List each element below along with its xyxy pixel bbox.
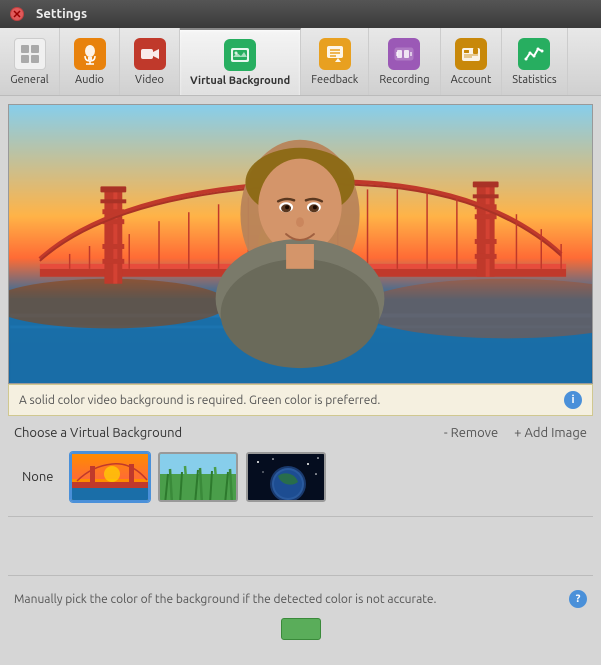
general-icon xyxy=(14,38,46,70)
feedback-icon xyxy=(319,38,351,70)
separator2 xyxy=(8,575,593,576)
tab-virtual-background[interactable]: Virtual Background xyxy=(180,28,301,95)
tab-general[interactable]: General xyxy=(0,28,60,95)
info-icon: i xyxy=(564,391,582,409)
thumb-gg-preview xyxy=(72,454,148,500)
tab-account[interactable]: Account xyxy=(441,28,503,95)
window-title: Settings xyxy=(36,7,87,21)
color-picker-button[interactable] xyxy=(281,618,321,640)
tab-account-label: Account xyxy=(451,74,492,86)
preview-area xyxy=(8,104,593,384)
account-icon xyxy=(455,38,487,70)
vbg-icon xyxy=(224,39,256,71)
tab-video[interactable]: Video xyxy=(120,28,180,95)
thumbnails-row: None xyxy=(0,448,601,512)
tab-statistics[interactable]: Statistics xyxy=(502,28,567,95)
tab-vbg-label: Virtual Background xyxy=(190,75,290,87)
toolbar: General Audio Video xyxy=(0,28,601,96)
tab-audio-label: Audio xyxy=(75,74,104,86)
bottom-section: Manually pick the color of the backgroun… xyxy=(0,580,601,618)
bottom-text: Manually pick the color of the backgroun… xyxy=(14,593,437,606)
tab-feedback-label: Feedback xyxy=(311,74,358,86)
audio-icon xyxy=(74,38,106,70)
thumbnail-golden-gate[interactable] xyxy=(70,452,150,502)
remove-button[interactable]: - Remove xyxy=(444,426,498,440)
choose-label: Choose a Virtual Background xyxy=(14,426,182,440)
tab-recording-label: Recording xyxy=(379,74,429,86)
color-button-row xyxy=(0,618,601,648)
help-icon: ? xyxy=(569,590,587,608)
bridge-svg xyxy=(9,105,592,383)
none-label: None xyxy=(14,466,62,488)
thumb-space-preview xyxy=(248,454,324,500)
info-text: A solid color video background is requir… xyxy=(19,394,380,407)
add-image-button[interactable]: + Add Image xyxy=(514,426,587,440)
recording-icon xyxy=(388,38,420,70)
tab-feedback[interactable]: Feedback xyxy=(301,28,369,95)
video-icon xyxy=(134,38,166,70)
tab-statistics-label: Statistics xyxy=(512,74,556,86)
titlebar: Settings xyxy=(0,0,601,28)
statistics-icon xyxy=(518,38,550,70)
content-area: A solid color video background is requir… xyxy=(0,104,601,648)
vbg-actions: - Remove + Add Image xyxy=(444,426,587,440)
info-bar: A solid color video background is requir… xyxy=(8,384,593,416)
tab-general-label: General xyxy=(10,74,48,86)
tab-video-label: Video xyxy=(135,74,164,86)
thumb-grass-preview xyxy=(160,454,236,500)
tab-recording[interactable]: Recording xyxy=(369,28,440,95)
close-button[interactable] xyxy=(10,7,24,21)
tab-audio[interactable]: Audio xyxy=(60,28,120,95)
thumbnail-space[interactable] xyxy=(246,452,326,502)
vbg-controls: Choose a Virtual Background - Remove + A… xyxy=(0,416,601,448)
separator xyxy=(8,516,593,517)
thumbnail-grass[interactable] xyxy=(158,452,238,502)
